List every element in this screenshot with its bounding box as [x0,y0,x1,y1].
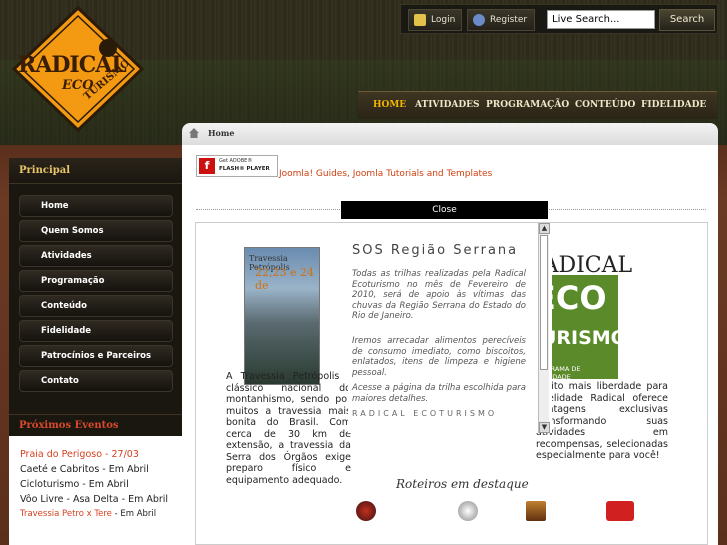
events-header: Próximos Eventos [9,414,182,436]
saiba-mais-icon[interactable] [606,501,634,521]
search-input[interactable]: Live Search... [547,10,655,29]
breadcrumb-home[interactable]: Home [208,128,234,138]
events-list: Praia do Perigoso - 27/03 Caeté e Cabrit… [9,436,182,545]
sidebar-title: Principal [19,165,71,176]
home-icon[interactable] [188,127,200,139]
popup-paragraph: Iremos arrecadar alimentos perecíveis de… [352,336,526,378]
login-button[interactable]: Login [408,9,462,31]
close-button[interactable]: Close [341,201,548,219]
events-title: Próximos Eventos [19,420,119,431]
popup-title: SOS Região Serrana [352,243,519,258]
top-bar: Login Register Live Search... Search [400,4,718,34]
scroll-up-arrow-icon[interactable]: ▲ [539,223,550,234]
slideshow-panel: Travessia Petrópolis 22,23 e 24 de RADIC… [195,222,708,545]
popup-scrollbar[interactable]: ▲ ▼ [538,223,550,433]
flash-player-badge[interactable]: f Get ADOBE® FLASH® PLAYER [196,155,278,177]
lock-icon [414,14,426,26]
site-logo[interactable]: RADICAL ECO TURISMO [11,5,145,133]
sidebar-item-atividades[interactable]: Atividades [19,245,173,267]
event-item[interactable]: Praia do Perigoso - 27/03 [20,449,139,460]
sidebar-item-quem-somos[interactable]: Quem Somos [19,220,173,242]
popup-footer: RADICAL ECOTURISMO [352,409,498,418]
sidebar-item-contato[interactable]: Contato [19,370,173,392]
nav-atividades[interactable]: ATIVIDADES [415,100,480,110]
scroll-thumb[interactable] [540,235,548,370]
search-button[interactable]: Search [659,9,715,31]
sos-popup: SOS Região Serrana Todas as trilhas real… [348,223,552,433]
popup-paragraph: Todas as trilhas realizadas pela Radical… [352,269,526,321]
flash-line2: FLASH® PLAYER [219,166,270,172]
travessia-text: A Travessia Petrópolis - clássico nacion… [226,371,351,486]
sidebar-item-programacao[interactable]: Programação [19,270,173,292]
main-content: f Get ADOBE® FLASH® PLAYER Joomla! Guide… [182,145,718,545]
user-icon [473,14,485,26]
nav-home[interactable]: HOME [373,100,406,110]
event-item[interactable]: Travessia Petro x Tere - Em Abril [20,509,156,519]
photos-icon[interactable] [526,501,546,521]
sidebar-item-fidelidade[interactable]: Fidelidade [19,320,173,342]
sidebar: Principal Home Quem Somos Atividades Pro… [9,158,182,545]
breadcrumb: Home [182,123,718,145]
login-label: Login [431,15,456,25]
sidebar-item-home[interactable]: Home [19,195,173,217]
flash-icon: f [199,158,215,174]
fidelidade-text: muito mais liberdade para fidelidade Rad… [536,381,668,461]
main-nav: HOME ATIVIDADES PROGRAMAÇÃO CONTEÚDO FID… [358,91,717,119]
sidebar-header: Principal [9,158,182,184]
sidebar-item-conteudo[interactable]: Conteúdo [19,295,173,317]
register-label: Register [490,15,528,25]
poster-date: 22,23 e 24 de [255,266,314,292]
popup-paragraph: Acesse a página da trilha escolhida para… [352,383,526,404]
event-item[interactable]: Vôo Livre - Asa Delta - Em Abril [20,494,168,505]
event-item[interactable]: Caeté e Cabritos - Em Abril [20,464,149,475]
register-button[interactable]: Register [467,9,535,31]
nav-conteudo[interactable]: CONTEÚDO [575,100,635,110]
compass-icon[interactable] [356,501,376,521]
sidebar-item-patrocinios[interactable]: Patrocínios e Parceiros [19,345,173,367]
joomla-link[interactable]: Joomla! Guides, Joomla Tutorials and Tem… [279,169,492,179]
event-item[interactable]: Cicloturismo - Em Abril [20,479,129,490]
roteiros-title: Roteiros em destaque [396,477,529,491]
nav-programacao[interactable]: PROGRAMAÇÃO [486,100,569,110]
travessia-poster[interactable]: Travessia Petrópolis 22,23 e 24 de [244,247,320,385]
nav-fidelidade[interactable]: FIDELIDADE [641,100,706,110]
scroll-down-arrow-icon[interactable]: ▼ [539,422,550,433]
clock-icon[interactable] [458,501,478,521]
flash-line1: Get ADOBE® [219,158,253,164]
